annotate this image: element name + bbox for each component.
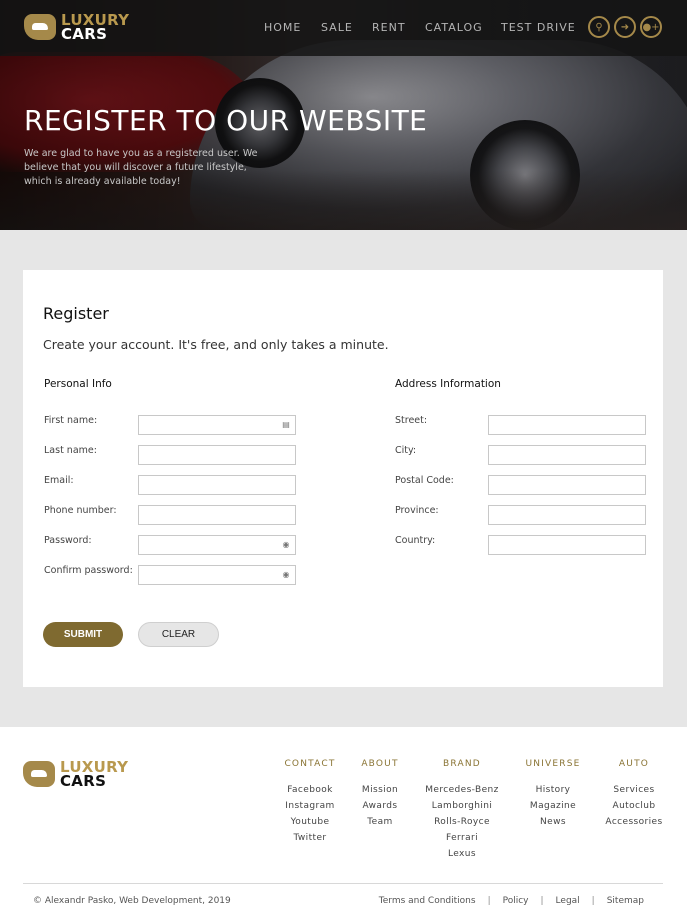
hero-subtitle: We are glad to have you as a registered … — [24, 148, 258, 187]
add-user-icon[interactable]: ●+ — [640, 16, 662, 38]
legal-link[interactable]: Legal — [556, 896, 580, 906]
site-logo[interactable]: LUXURY CARS — [24, 13, 129, 43]
terms-link[interactable]: Terms and Conditions — [379, 896, 476, 906]
last-name-row: Last name: — [44, 445, 304, 465]
personal-info-heading: Personal Info — [44, 378, 112, 390]
form-title: Register — [43, 304, 109, 323]
footer-link[interactable]: Team — [358, 814, 402, 830]
footer-link[interactable]: Services — [604, 782, 664, 798]
country-row: Country: — [395, 535, 655, 555]
copyright: © Alexandr Pasko, Web Development, 2019 — [33, 896, 231, 906]
province-row: Province: — [395, 505, 655, 525]
footer-link[interactable]: News — [522, 814, 584, 830]
first-name-row: First name: ▤ — [44, 415, 304, 435]
nav-sale[interactable]: SALE — [321, 21, 353, 34]
city-row: City: — [395, 445, 655, 465]
footer-link[interactable]: Rolls-Royce — [422, 814, 502, 830]
key-icon[interactable]: ◉ — [281, 570, 291, 580]
footer-link[interactable]: Lamborghini — [422, 798, 502, 814]
footer-link[interactable]: Mercedes-Benz — [422, 782, 502, 798]
car-logo-icon — [24, 14, 56, 40]
sitemap-link[interactable]: Sitemap — [607, 896, 644, 906]
policy-link[interactable]: Policy — [503, 896, 529, 906]
footer-col-universe: UNIVERSE History Magazine News — [522, 759, 584, 830]
footer-link[interactable]: Lexus — [422, 846, 502, 862]
nav-rent[interactable]: RENT — [372, 21, 406, 34]
hero-banner: LUXURY CARS HOME SALE RENT CATALOG TEST … — [0, 0, 687, 230]
country-input[interactable] — [488, 535, 646, 555]
footer-link[interactable]: Twitter — [284, 830, 336, 846]
page-title: REGISTER TO OUR WEBSITE — [24, 104, 428, 137]
footer-col-about: ABOUT Mission Awards Team — [358, 759, 402, 830]
street-input[interactable] — [488, 415, 646, 435]
address-info-heading: Address Information — [395, 378, 501, 390]
email-row: Email: — [44, 475, 304, 495]
top-navbar: LUXURY CARS HOME SALE RENT CATALOG TEST … — [0, 0, 687, 56]
footer-logo[interactable]: LUXURY CARS — [23, 760, 128, 789]
footer-link[interactable]: Youtube — [284, 814, 336, 830]
confirm-password-row: Confirm password: ◉ — [44, 565, 304, 585]
nav-home[interactable]: HOME — [264, 21, 301, 34]
password-row: Password: ◉ — [44, 535, 304, 555]
form-intro: Create your account. It's free, and only… — [43, 337, 389, 352]
password-input[interactable]: ◉ — [138, 535, 296, 555]
submit-button[interactable]: SUBMIT — [43, 622, 123, 647]
city-input[interactable] — [488, 445, 646, 465]
legal-links: Terms and Conditions | Policy | Legal | … — [378, 896, 644, 906]
last-name-input[interactable] — [138, 445, 296, 465]
footer-link[interactable]: Awards — [358, 798, 402, 814]
footer-link[interactable]: Magazine — [522, 798, 584, 814]
footer-link[interactable]: Accessories — [604, 814, 664, 830]
footer-link[interactable]: Instagram — [284, 798, 336, 814]
sign-in-icon[interactable]: ➜ — [614, 16, 636, 38]
first-name-input[interactable]: ▤ — [138, 415, 296, 435]
province-input[interactable] — [488, 505, 646, 525]
street-row: Street: — [395, 415, 655, 435]
nav-catalog[interactable]: CATALOG — [425, 21, 483, 34]
car-logo-icon — [23, 761, 55, 787]
footer-divider — [23, 883, 663, 884]
footer-link[interactable]: History — [522, 782, 584, 798]
site-footer: LUXURY CARS CONTACT Facebook Instagram Y… — [0, 727, 687, 924]
confirm-password-input[interactable]: ◉ — [138, 565, 296, 585]
email-input[interactable] — [138, 475, 296, 495]
postal-code-row: Postal Code: — [395, 475, 655, 495]
footer-link[interactable]: Facebook — [284, 782, 336, 798]
footer-col-auto: AUTO Services Autoclub Accessories — [604, 759, 664, 830]
footer-col-brand: BRAND Mercedes-Benz Lamborghini Rolls-Ro… — [422, 759, 502, 862]
postal-code-input[interactable] — [488, 475, 646, 495]
logo-line2: CARS — [61, 25, 108, 43]
phone-row: Phone number: — [44, 505, 304, 525]
footer-col-contact: CONTACT Facebook Instagram Youtube Twitt… — [284, 759, 336, 846]
contact-card-icon[interactable]: ▤ — [281, 420, 291, 430]
clear-button[interactable]: CLEAR — [138, 622, 219, 647]
footer-link[interactable]: Mission — [358, 782, 402, 798]
key-icon[interactable]: ◉ — [281, 540, 291, 550]
register-card: Register Create your account. It's free,… — [23, 270, 663, 687]
nav-test-drive[interactable]: TEST DRIVE — [501, 21, 576, 34]
phone-input[interactable] — [138, 505, 296, 525]
search-icon[interactable]: ⚲ — [588, 16, 610, 38]
footer-link[interactable]: Autoclub — [604, 798, 664, 814]
footer-link[interactable]: Ferrari — [422, 830, 502, 846]
